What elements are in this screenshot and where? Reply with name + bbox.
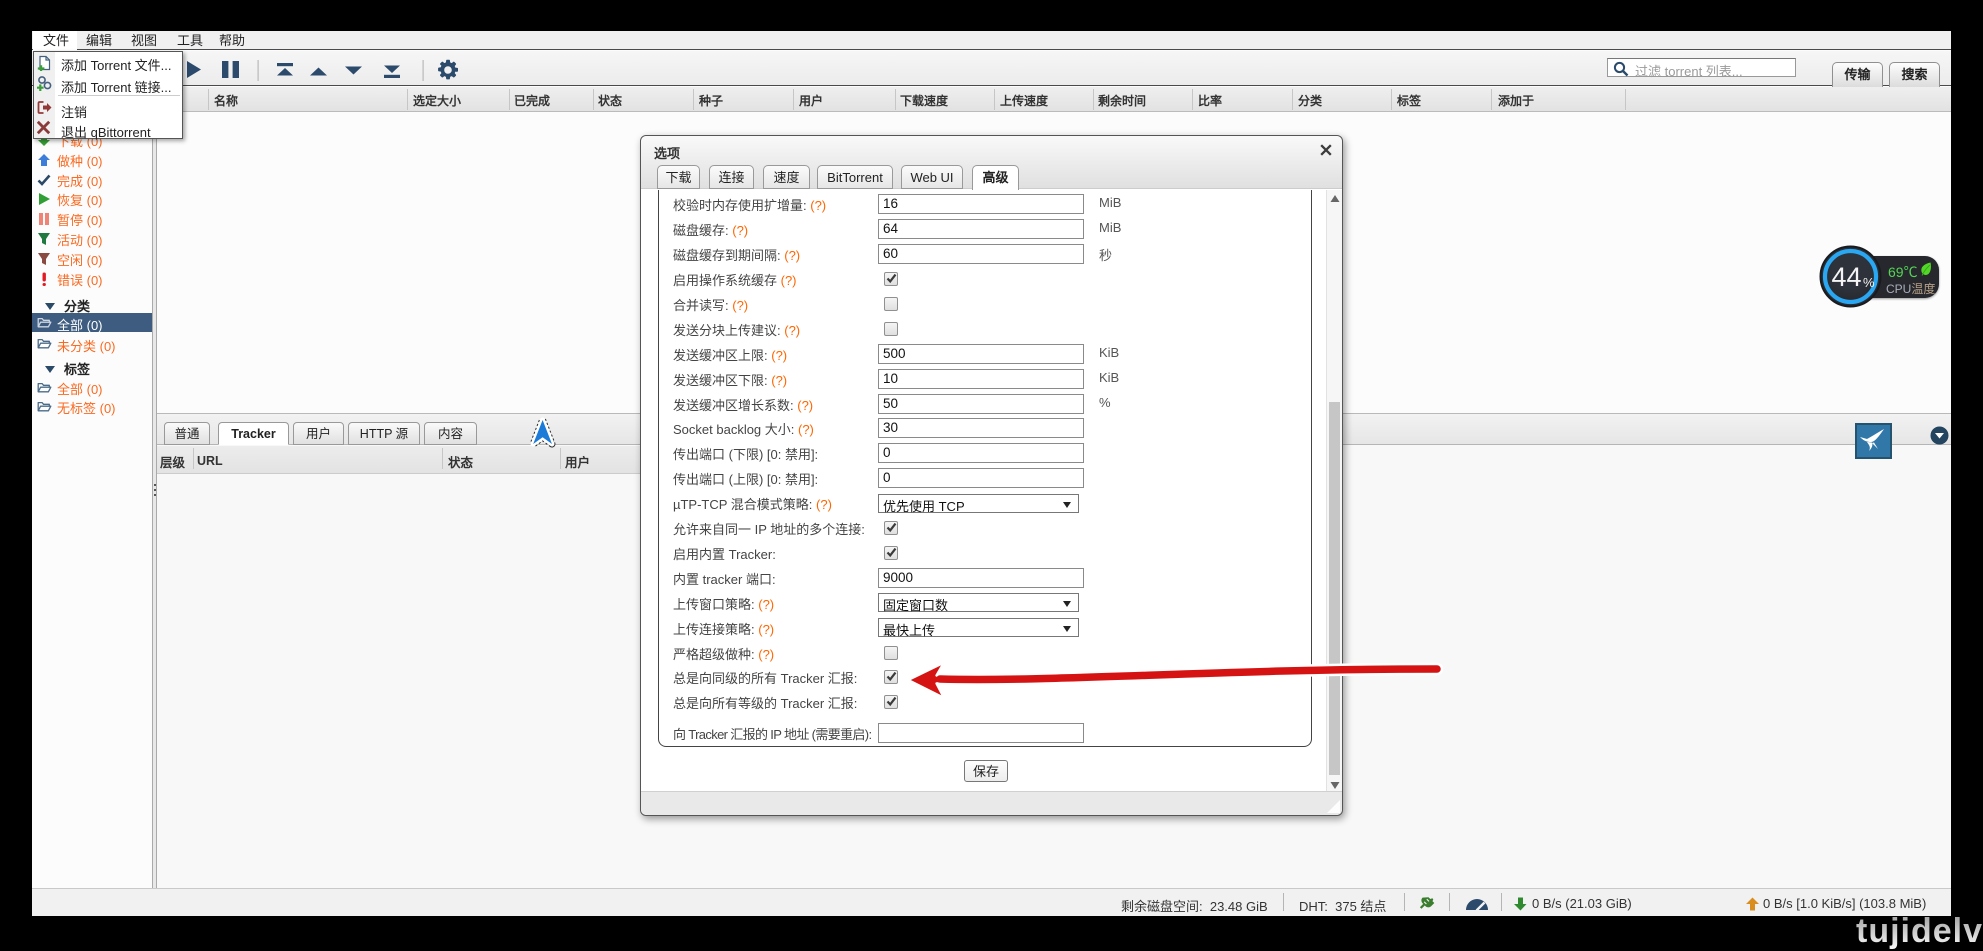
svg-text:44: 44 <box>1832 262 1862 292</box>
svg-text:%: % <box>1863 275 1875 290</box>
